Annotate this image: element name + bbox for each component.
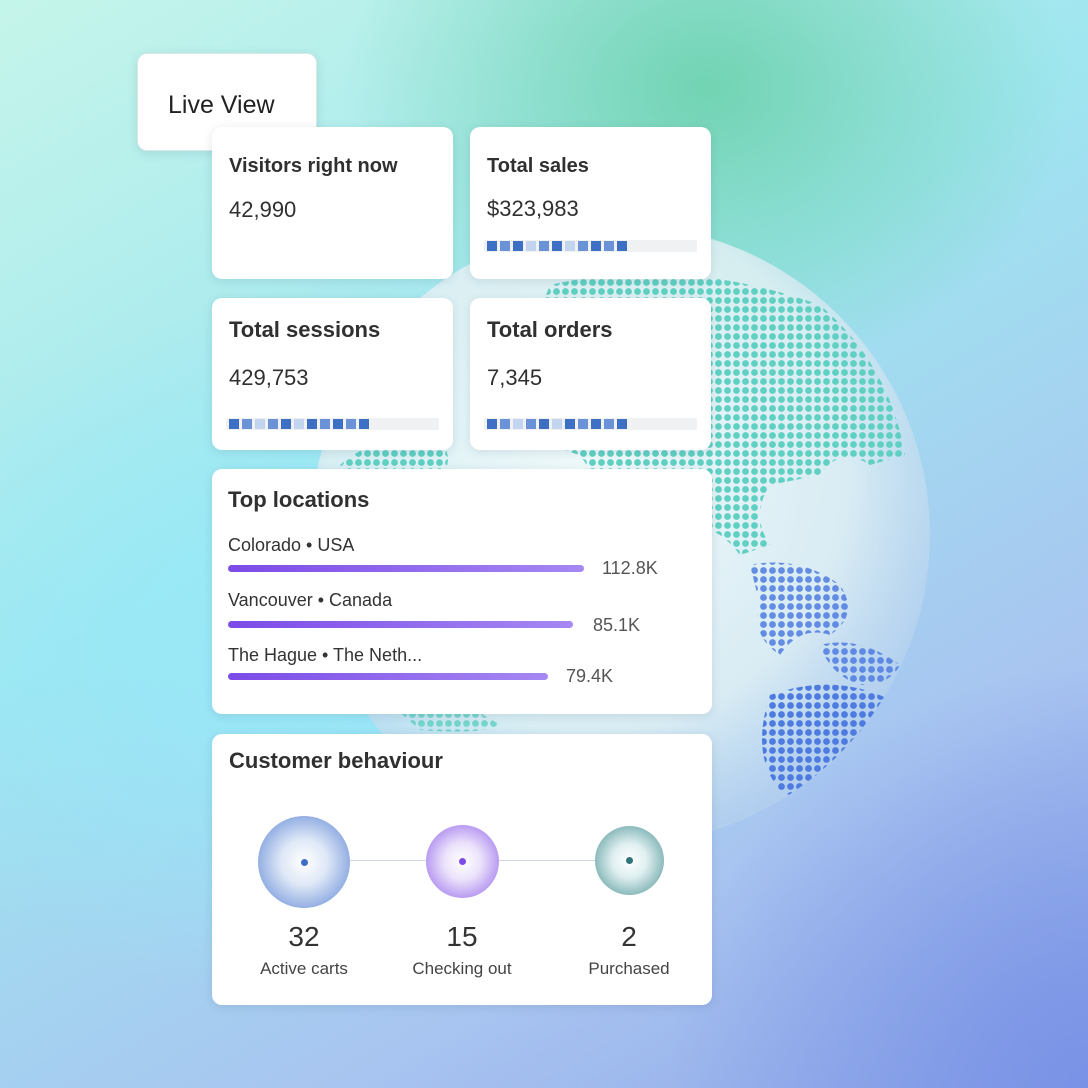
location-name: The Hague • The Neth... bbox=[228, 645, 423, 665]
total-orders-title: Total orders bbox=[487, 317, 613, 342]
total-sales-sparkline bbox=[484, 240, 697, 252]
total-sessions-value: 429,753 bbox=[229, 365, 309, 390]
location-bar bbox=[228, 621, 573, 628]
total-orders-value: 7,345 bbox=[487, 365, 543, 390]
active-carts-count: 32 bbox=[288, 921, 320, 952]
total-sessions-title: Total sessions bbox=[229, 317, 381, 342]
total-sessions-sparkline bbox=[226, 418, 439, 430]
location-bar bbox=[228, 673, 548, 680]
total-sales-value: $323,983 bbox=[487, 196, 579, 221]
total-orders-card: Total orders 7,345 bbox=[470, 298, 711, 450]
purchased-label: Purchased bbox=[588, 959, 670, 978]
live-view-label: Live View bbox=[168, 91, 275, 119]
visitors-card: Visitors right now 42,990 bbox=[212, 127, 453, 279]
total-sales-title: Total sales bbox=[487, 155, 589, 177]
location-name: Vancouver • Canada bbox=[228, 590, 393, 610]
visitors-title: Visitors right now bbox=[229, 155, 398, 177]
purchased-count: 2 bbox=[621, 921, 637, 952]
location-value: 79.4K bbox=[566, 666, 614, 686]
location-value: 85.1K bbox=[593, 615, 641, 635]
customer-behaviour-card: Customer behaviour 32 Active carts 15 Ch… bbox=[212, 734, 712, 1005]
top-locations-title: Top locations bbox=[228, 487, 370, 512]
total-sessions-card: Total sessions 429,753 bbox=[212, 298, 453, 450]
visitors-value: 42,990 bbox=[229, 197, 297, 222]
checking-out-count: 15 bbox=[446, 921, 478, 952]
total-sales-card: Total sales $323,983 bbox=[470, 127, 711, 279]
customer-behaviour-title: Customer behaviour bbox=[229, 748, 443, 773]
checking-out-label: Checking out bbox=[412, 959, 512, 978]
top-locations-card: Top locations Colorado • USA 112.8K Vanc… bbox=[212, 469, 712, 714]
active-carts-label: Active carts bbox=[260, 959, 348, 978]
total-orders-sparkline bbox=[484, 418, 697, 430]
location-value: 112.8K bbox=[602, 558, 658, 578]
location-bar bbox=[228, 565, 584, 572]
checking-out-bubble bbox=[426, 825, 499, 898]
location-name: Colorado • USA bbox=[228, 535, 355, 555]
purchased-bubble bbox=[595, 826, 664, 895]
active-carts-bubble bbox=[258, 816, 350, 908]
